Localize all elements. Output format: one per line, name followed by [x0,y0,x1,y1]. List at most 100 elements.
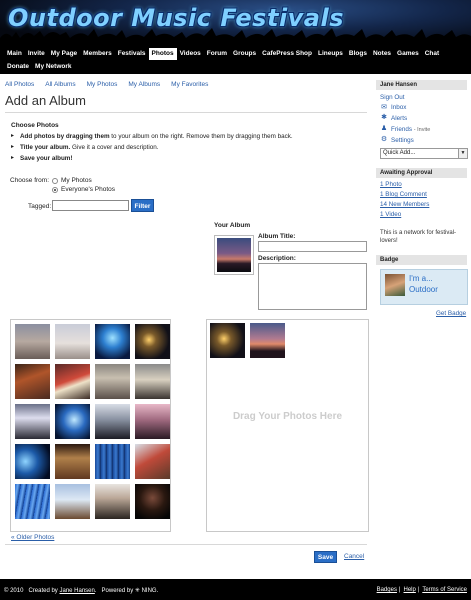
cancel-link[interactable]: Cancel [344,553,364,560]
nav-invite[interactable]: Invite [25,48,48,60]
source-photo-thumbnail[interactable] [55,364,90,399]
nav-cafepress-shop[interactable]: CafePress Shop [259,48,315,60]
footer-credits: © 2010 Created by Jane Hansen. Powered b… [4,588,159,594]
nav-games[interactable]: Games [394,48,422,60]
source-photo-thumbnail[interactable] [95,484,130,519]
source-photo-thumbnail[interactable] [135,404,170,439]
source-photo-thumbnail[interactable] [55,324,90,359]
album-title-label: Album Title: [258,233,296,240]
awaiting-video-link[interactable]: 1 Video [380,211,401,218]
source-photo-thumbnail[interactable] [55,444,90,479]
source-photo-thumbnail[interactable] [95,444,130,479]
source-photo-thumbnail[interactable] [15,404,50,439]
source-photo-thumbnail[interactable] [15,364,50,399]
get-badge-link[interactable]: Get Badge [436,310,466,317]
settings-link[interactable]: Settings [391,137,414,144]
source-photo-thumbnail[interactable] [55,404,90,439]
radio-everyones-photos[interactable]: Everyone's Photos [52,186,115,193]
nav-chat[interactable]: Chat [422,48,442,60]
choose-from-label: Choose from: [10,177,50,184]
subnav-my-albums[interactable]: My Albums [128,81,160,88]
album-photo-thumbnail[interactable] [210,323,245,358]
nav-lineups[interactable]: Lineups [315,48,346,60]
source-photo-thumbnail[interactable] [15,484,50,519]
nav-my-page[interactable]: My Page [48,48,80,60]
creator-link[interactable]: Jane Hansen [59,588,94,594]
footer: © 2010 Created by Jane Hansen. Powered b… [0,579,471,600]
album-cover-image[interactable] [214,235,254,275]
source-photo-thumbnail[interactable] [135,364,170,399]
nav-donate[interactable]: Donate [4,61,32,73]
network-description: This is a network for festival-lovers! [380,230,457,244]
footer-help-link[interactable]: Help [404,587,416,593]
alerts-link[interactable]: Alerts [391,115,407,122]
source-photo-thumbnail[interactable] [95,364,130,399]
quick-add-select[interactable]: Quick Add... ▼ [380,148,468,159]
radio-everyones-photos-button[interactable] [52,186,58,193]
footer-links: Badges | Help | Terms of Service [376,587,467,593]
radio-my-photos-label: My Photos [61,177,92,184]
created-by-text: Created by [28,588,58,594]
album-drop-zone[interactable] [206,319,369,532]
footer-badges-link[interactable]: Badges [377,587,397,593]
nav-videos[interactable]: Videos [177,48,204,60]
source-photo-thumbnail[interactable] [135,484,170,519]
footer-terms-link[interactable]: Terms of Service [422,587,467,593]
nav-forum[interactable]: Forum [204,48,230,60]
page-title: Add an Album [5,93,86,108]
nav-my-network[interactable]: My Network [32,61,74,73]
radio-my-photos[interactable]: My Photos [52,177,92,184]
source-photo-thumbnail[interactable] [95,404,130,439]
site-title[interactable]: Outdoor Music Festivals [8,4,344,32]
subnav-my-favorites[interactable]: My Favorites [171,81,208,88]
source-photo-thumbnail[interactable] [135,324,170,359]
subnav-all-albums[interactable]: All Albums [45,81,75,88]
inbox-link[interactable]: Inbox [391,104,406,111]
main-nav-row: Main Invite My Page Members Festivals Photos V… [0,46,471,60]
chevron-down-icon: ▼ [458,149,467,158]
quick-add-value: Quick Add... [383,150,416,156]
sidebar-user-name: Jane Hansen [376,80,467,90]
nav-notes[interactable]: Notes [370,48,394,60]
badge-text-line1: I'm a... [409,274,433,283]
source-photo-thumbnail[interactable] [15,444,50,479]
badge-heading: Badge [376,255,467,265]
source-photo-thumbnail[interactable] [55,484,90,519]
awaiting-blog-comment-link[interactable]: 1 Blog Comment [380,191,427,198]
nav-groups[interactable]: Groups [230,48,259,60]
source-photo-thumbnail[interactable] [15,324,50,359]
subnav-my-photos[interactable]: My Photos [87,81,118,88]
nav-blogs[interactable]: Blogs [346,48,370,60]
older-photos-link[interactable]: « Older Photos [11,534,54,541]
awaiting-photo-link[interactable]: 1 Photo [380,181,402,188]
member-badge[interactable]: I'm a... Outdoor [380,269,468,305]
nav-main[interactable]: Main [4,48,25,60]
filter-button[interactable]: Filter [131,199,154,212]
invite-link[interactable]: - Invite [414,127,431,133]
radio-my-photos-button[interactable] [52,177,58,184]
sign-out-link[interactable]: Sign Out [380,94,405,101]
alerts-icon: ✱ [381,114,387,121]
nav-photos[interactable]: Photos [148,48,177,60]
main-content: All Photos All Albums My Photos My Albums My… [0,74,376,579]
source-photo-thumbnail[interactable] [135,444,170,479]
album-title-input[interactable] [258,241,367,252]
choose-photos-heading: Choose Photos [11,122,59,129]
drag-hint-text: Drag Your Photos Here [232,411,343,422]
nav-festivals[interactable]: Festivals [115,48,149,60]
powered-by-text: Powered by [101,588,134,594]
source-photo-thumbnail[interactable] [95,324,130,359]
main-nav: Main Invite My Page Members Festivals Photos V… [0,46,471,74]
tagged-input[interactable] [52,200,129,211]
album-photo-thumbnail[interactable] [250,323,285,358]
nav-members[interactable]: Members [80,48,115,60]
description-label: Description: [258,255,296,262]
instructions-list: Add photos by dragging them to your albu… [11,132,366,165]
subnav-all-photos[interactable]: All Photos [5,81,34,88]
awaiting-members-link[interactable]: 14 New Members [380,201,429,208]
friends-link[interactable]: Friends - Invite [391,126,430,133]
description-textarea[interactable] [258,263,367,310]
save-button[interactable]: Save [314,551,337,563]
badge-text-line2: Outdoor [409,285,438,294]
ning-logo-icon[interactable]: ✳ NING. [135,588,158,594]
